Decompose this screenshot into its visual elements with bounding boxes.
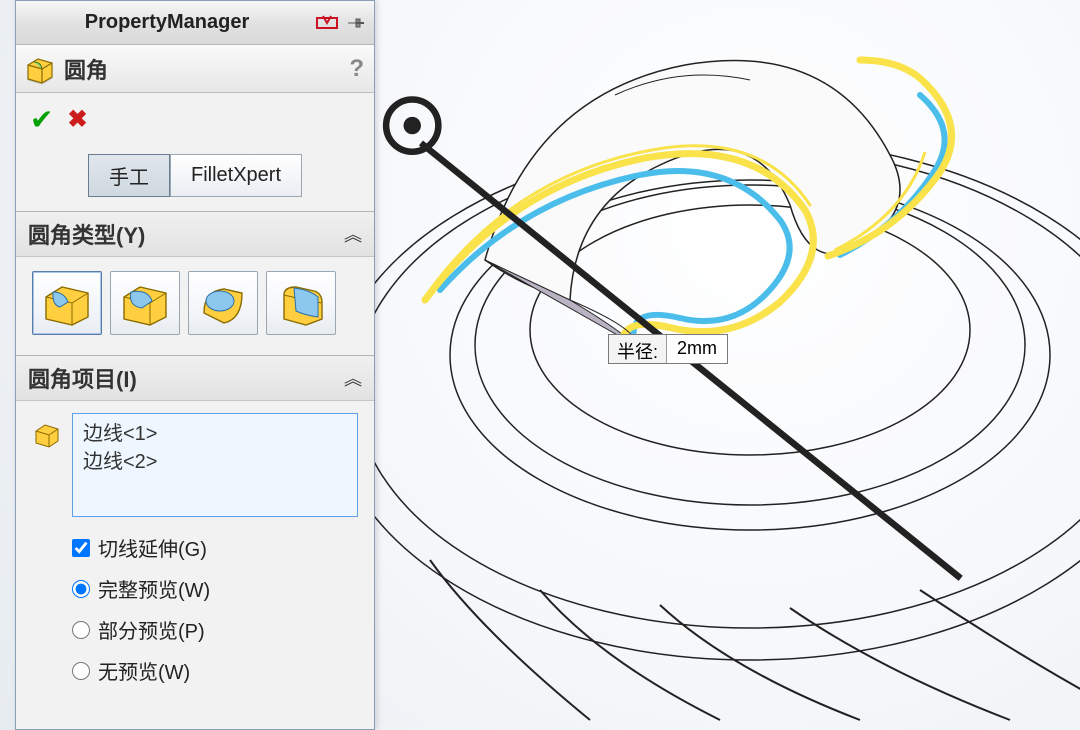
option-label: 无预览(W): [98, 656, 190, 685]
group-label: 圆角项目(I): [28, 362, 137, 394]
full-preview-radio[interactable]: 完整预览(W): [16, 566, 374, 607]
callout-value[interactable]: 2mm: [667, 335, 727, 363]
cancel-button[interactable]: ✖: [67, 105, 87, 134]
feature-title-bar: 圆角 ?: [16, 45, 374, 93]
tangent-checkbox-input[interactable]: [72, 539, 90, 557]
tangent-prop-checkbox[interactable]: 切线延伸(G): [16, 525, 374, 566]
ok-button[interactable]: ✔: [30, 103, 53, 136]
collapse-caret-icon: ︽: [344, 365, 362, 391]
fillet-type-face[interactable]: [188, 271, 258, 335]
mode-filletxpert-button[interactable]: FilletXpert: [170, 154, 302, 197]
option-label: 部分预览(P): [98, 615, 205, 644]
pm-title: PropertyManager: [22, 11, 312, 34]
mode-manual-button[interactable]: 手工: [88, 154, 170, 197]
group-head-fillet-type[interactable]: 圆角类型(Y) ︽: [16, 212, 374, 257]
partial-preview-radio[interactable]: 部分预览(P): [16, 607, 374, 648]
collapse-caret-icon: ︽: [344, 221, 362, 247]
option-label: 切线延伸(G): [98, 533, 207, 562]
fillet-feature-icon: [24, 53, 56, 85]
no-preview-radio[interactable]: 无预览(W): [16, 648, 374, 689]
pushpin-icon[interactable]: [342, 11, 368, 35]
fillet-type-variable[interactable]: [110, 271, 180, 335]
list-item[interactable]: 边线<1>: [83, 420, 347, 448]
help-icon[interactable]: ?: [349, 55, 364, 83]
property-manager-panel: PropertyManager 圆角 ? ✔ ✖ 手工 FilletXpert …: [15, 0, 375, 730]
fillet-type-buttons: [16, 257, 374, 355]
pm-header: PropertyManager: [16, 1, 374, 45]
feature-name: 圆角: [64, 53, 108, 85]
radius-callout[interactable]: 半径: 2mm: [608, 334, 728, 364]
group-fillet-type: 圆角类型(Y) ︽: [16, 211, 374, 355]
option-label: 完整预览(W): [98, 574, 210, 603]
fillet-type-full-round[interactable]: [266, 271, 336, 335]
full-preview-input[interactable]: [72, 580, 90, 598]
callout-label: 半径:: [609, 335, 667, 363]
mode-row: 手工 FilletXpert: [16, 154, 374, 197]
group-fillet-items: 圆角项目(I) ︽ 边线<1> 边线<2> 切线延伸(G) 完整预览(W): [16, 355, 374, 689]
edge-selection-icon: [32, 419, 62, 449]
partial-preview-input[interactable]: [72, 621, 90, 639]
cad-model-sketch: [360, 0, 1080, 730]
confirm-row: ✔ ✖: [16, 93, 374, 148]
selection-list[interactable]: 边线<1> 边线<2>: [72, 413, 358, 517]
keep-visible-icon[interactable]: [314, 11, 340, 35]
group-head-fillet-items[interactable]: 圆角项目(I) ︽: [16, 356, 374, 401]
no-preview-input[interactable]: [72, 662, 90, 680]
list-item[interactable]: 边线<2>: [83, 448, 347, 476]
group-label: 圆角类型(Y): [28, 218, 145, 250]
fillet-type-constant[interactable]: [32, 271, 102, 335]
